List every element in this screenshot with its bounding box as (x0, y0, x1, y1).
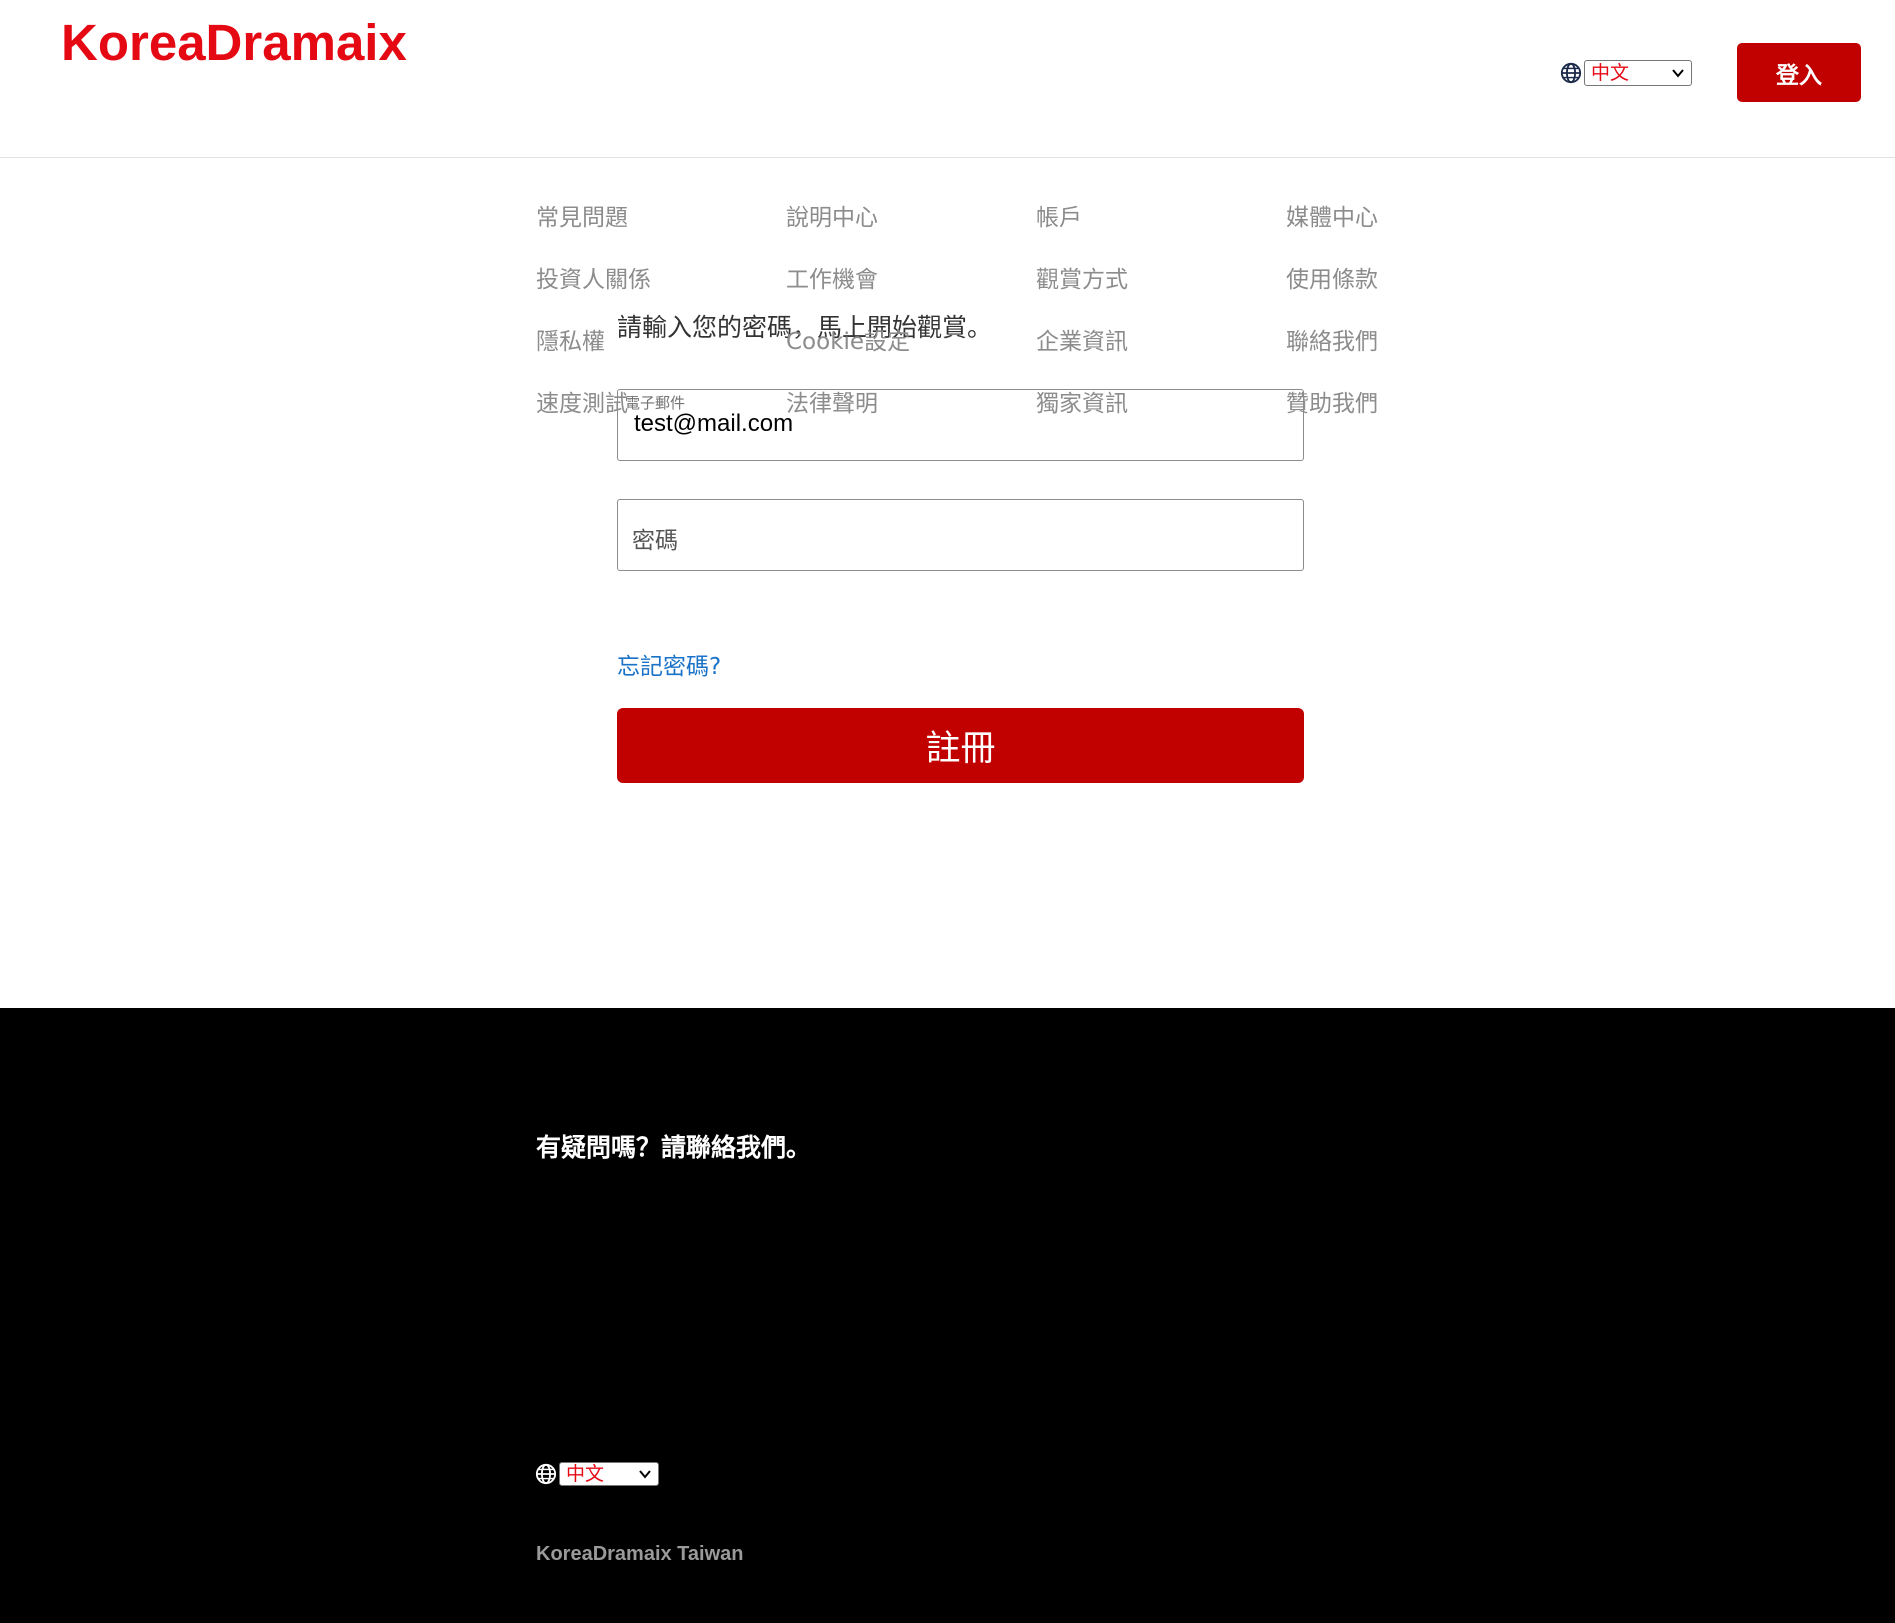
footer-link-investor-relations[interactable]: 投資人關係 (536, 260, 651, 294)
chevron-down-icon (1672, 69, 1684, 78)
site-header: KoreaDramaix 中文 登入 (0, 0, 1895, 158)
footer-link-jobs[interactable]: 工作機會 (786, 260, 878, 294)
register-button[interactable]: 註冊 (617, 708, 1304, 783)
footer-link-terms-of-use[interactable]: 使用條款 (1286, 260, 1378, 294)
footer-brand: KoreaDramaix Taiwan (536, 1543, 744, 1565)
footer-link-faq[interactable]: 常見問題 (536, 198, 628, 232)
footer-link-corporate-info[interactable]: 企業資訊 (1036, 322, 1128, 356)
globe-icon (1560, 62, 1582, 84)
footer-link-cookie-settings[interactable]: Cookie設定 (786, 322, 910, 356)
language-dropdown-value: 中文 (1591, 62, 1630, 84)
footer-link-ways-to-watch[interactable]: 觀賞方式 (1036, 260, 1128, 294)
language-dropdown[interactable]: 中文 (1584, 60, 1692, 86)
footer-contact-heading[interactable]: 有疑問嗎？請聯絡我們。 (536, 1128, 811, 1164)
footer-language-dropdown[interactable]: 中文 (559, 1462, 659, 1486)
language-selector[interactable]: 中文 (1560, 60, 1692, 86)
footer-link-privacy[interactable]: 隱私權 (536, 322, 605, 356)
footer-language-selector[interactable]: 中文 (535, 1462, 659, 1486)
forgot-password-link[interactable]: 忘記密碼? (617, 647, 721, 681)
globe-icon (535, 1463, 557, 1485)
footer-link-only-on[interactable]: 獨家資訊 (1036, 384, 1128, 418)
footer-links: 常見問題 說明中心 帳戶 媒體中心 投資人關係 工作機會 觀賞方式 使用條款 隱… (536, 198, 1496, 448)
site-footer: 有疑問嗎？請聯絡我們。 (0, 1008, 1895, 1623)
footer-link-media-center[interactable]: 媒體中心 (1286, 198, 1378, 232)
site-logo[interactable]: KoreaDramaix (61, 12, 407, 74)
footer-link-account[interactable]: 帳戶 (1036, 198, 1082, 232)
password-field[interactable]: 密碼 (617, 499, 1304, 571)
footer-language-dropdown-value: 中文 (566, 1463, 605, 1485)
login-button[interactable]: 登入 (1737, 43, 1861, 102)
password-field-placeholder: 密碼 (632, 528, 678, 554)
footer-link-legal-notices[interactable]: 法律聲明 (786, 384, 878, 418)
footer-link-sponsor-us[interactable]: 贊助我們 (1286, 384, 1378, 418)
footer-link-contact-us[interactable]: 聯絡我們 (1286, 322, 1378, 356)
chevron-down-icon (639, 1470, 651, 1479)
footer-link-speed-test[interactable]: 速度測試 (536, 384, 628, 418)
footer-link-help-center[interactable]: 說明中心 (786, 198, 878, 232)
